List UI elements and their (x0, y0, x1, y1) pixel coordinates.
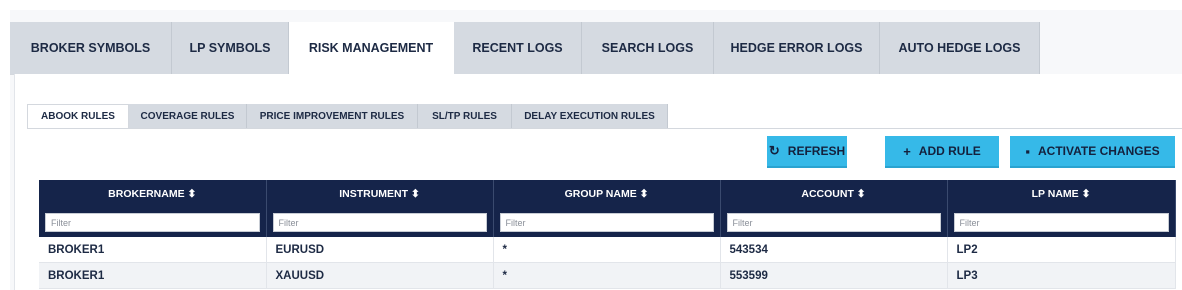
table-row[interactable]: BROKER1 EURUSD * 543534 LP2 (39, 237, 1176, 263)
sub-tab-divider (27, 128, 1182, 129)
save-icon: ▪ (1025, 143, 1031, 159)
table-row[interactable]: BROKER1 XAUUSD * 553599 LP3 (39, 262, 1176, 289)
brokername-filter-input[interactable] (45, 213, 260, 233)
cell-brokername: BROKER1 (39, 237, 267, 263)
tab-lp-symbols[interactable]: LP SYMBOLS (172, 22, 289, 74)
column-header-group-name[interactable]: GROUP NAME ⬍ (493, 180, 721, 208)
subtab-price-improvement-rules[interactable]: PRICE IMPROVEMENT RULES (247, 104, 418, 128)
filter-row (39, 208, 1176, 237)
risk-management-panel: ABOOK RULES COVERAGE RULES PRICE IMPROVE… (14, 74, 1182, 290)
cell-instrument: XAUUSD (266, 262, 494, 289)
filter-cell (39, 208, 267, 237)
refresh-button[interactable]: ↻ REFRESH (767, 136, 847, 168)
add-rule-button[interactable]: + ADD RULE (885, 136, 999, 168)
filter-cell (493, 208, 721, 237)
cell-brokername: BROKER1 (39, 262, 267, 289)
refresh-icon: ↻ (768, 143, 780, 158)
tab-recent-logs[interactable]: RECENT LOGS (454, 22, 582, 74)
subtab-sl-tp-rules[interactable]: SL/TP RULES (418, 104, 512, 128)
tab-risk-management[interactable]: RISK MANAGEMENT (289, 22, 454, 74)
subtab-abook-rules[interactable]: ABOOK RULES (27, 104, 129, 128)
app-frame: BROKER SYMBOLS LP SYMBOLS RISK MANAGEMEN… (10, 10, 1182, 290)
cell-instrument: EURUSD (266, 237, 494, 263)
activate-changes-label: ACTIVATE CHANGES (1038, 144, 1160, 158)
main-tab-bar: BROKER SYMBOLS LP SYMBOLS RISK MANAGEMEN… (10, 22, 1182, 75)
tab-search-logs[interactable]: SEARCH LOGS (582, 22, 714, 74)
column-header-lp-name[interactable]: LP NAME ⬍ (947, 180, 1176, 208)
add-rule-label: ADD RULE (918, 144, 981, 158)
cell-lp-name: LP2 (947, 237, 1176, 263)
tab-hedge-error-logs[interactable]: HEDGE ERROR LOGS (714, 22, 880, 74)
tab-bar-filler (1040, 22, 1182, 74)
subtab-coverage-rules[interactable]: COVERAGE RULES (129, 104, 247, 128)
cell-account: 543534 (720, 237, 948, 263)
cell-group-name: * (493, 237, 721, 263)
cell-lp-name: LP3 (947, 262, 1176, 289)
tab-broker-symbols[interactable]: BROKER SYMBOLS (10, 22, 172, 74)
column-header-account[interactable]: ACCOUNT ⬍ (720, 180, 948, 208)
refresh-label: REFRESH (787, 144, 846, 158)
group-name-filter-input[interactable] (499, 213, 714, 233)
tab-auto-hedge-logs[interactable]: AUTO HEDGE LOGS (880, 22, 1040, 74)
plus-icon: + (903, 143, 911, 159)
activate-changes-button[interactable]: ▪ ACTIVATE CHANGES (1010, 136, 1175, 168)
account-filter-input[interactable] (726, 213, 941, 233)
column-header-brokername[interactable]: BROKERNAME ⬍ (39, 180, 267, 208)
table-header-row: BROKERNAME ⬍ INSTRUMENT ⬍ GROUP NAME ⬍ A… (39, 180, 1176, 208)
lp-name-filter-input[interactable] (953, 213, 1169, 233)
sub-tab-bar: ABOOK RULES COVERAGE RULES PRICE IMPROVE… (27, 104, 668, 128)
filter-cell (266, 208, 494, 237)
filter-cell (720, 208, 948, 237)
column-header-instrument[interactable]: INSTRUMENT ⬍ (266, 180, 494, 208)
cell-account: 553599 (720, 262, 948, 289)
abook-rules-table: BROKERNAME ⬍ INSTRUMENT ⬍ GROUP NAME ⬍ A… (39, 180, 1176, 289)
cell-group-name: * (493, 262, 721, 289)
instrument-filter-input[interactable] (272, 213, 487, 233)
filter-cell (947, 208, 1176, 237)
subtab-delay-execution-rules[interactable]: DELAY EXECUTION RULES (512, 104, 668, 128)
